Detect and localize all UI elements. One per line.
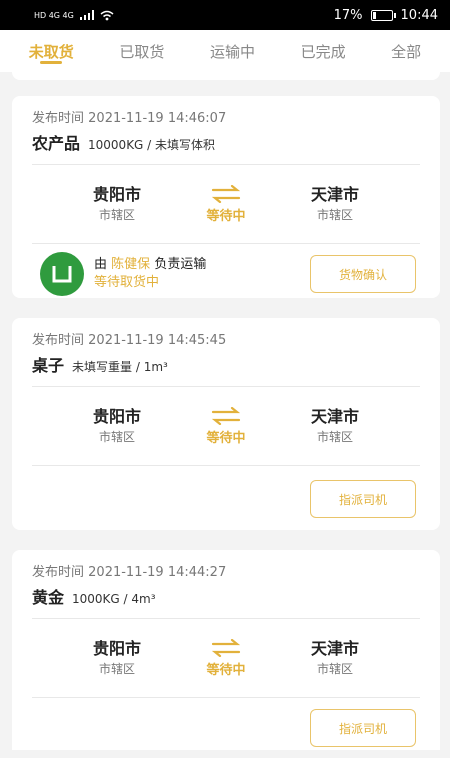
publish-time: 发布时间 2021-11-19 14:44:27 <box>32 550 420 582</box>
status-bar: HD 4G 4G 17% 10:44 <box>0 0 450 30</box>
publish-time-value: 2021-11-19 14:45:45 <box>88 333 227 348</box>
publish-label: 发布时间 <box>32 111 85 126</box>
driver-suffix: 负责运输 <box>154 257 207 272</box>
battery-fill <box>372 11 376 19</box>
origin-city: 贵阳市 <box>92 185 141 204</box>
swap-arrows-icon <box>211 638 241 657</box>
assign-driver-button[interactable]: 指派司机 <box>310 480 416 518</box>
tab-in-transit[interactable]: 运输中 <box>210 30 255 72</box>
tab-completed[interactable]: 已完成 <box>301 30 346 72</box>
driver-avatar-icon <box>40 252 84 296</box>
destination-district: 市辖区 <box>316 208 353 222</box>
tab-picked[interactable]: 已取货 <box>119 30 164 72</box>
driver-name: 陈健保 <box>111 257 151 272</box>
battery-percent: 17% <box>333 7 363 23</box>
confirm-goods-button[interactable]: 货物确认 <box>310 255 416 293</box>
tab-not-picked[interactable]: 未取货 <box>29 30 74 72</box>
goods-name: 黄金 <box>32 588 65 607</box>
swap-arrows-icon <box>211 406 241 425</box>
swap-arrows-icon <box>211 184 241 203</box>
goods-spec: 1000KG / 4m³ <box>72 592 156 606</box>
driver-status: 等待取货中 <box>94 275 160 290</box>
battery-icon <box>370 9 396 21</box>
publish-time: 发布时间 2021-11-19 14:46:07 <box>32 96 420 128</box>
destination-district: 市辖区 <box>316 662 353 676</box>
destination-district: 市辖区 <box>316 430 353 444</box>
order-status-tabs: 未取货 已取货 运输中 已完成 全部 <box>0 30 450 72</box>
destination-city: 天津市 <box>310 407 359 426</box>
origin-city: 贵阳市 <box>92 639 141 658</box>
order-card[interactable]: 发布时间 2021-11-19 14:45:45 桌子 未填写重量 / 1m³ … <box>12 318 440 530</box>
signal-indicators: HD 4G 4G <box>34 10 114 21</box>
destination: 天津市 市辖区 <box>290 406 380 446</box>
tab-all[interactable]: 全部 <box>391 30 421 72</box>
destination: 天津市 市辖区 <box>290 638 380 678</box>
origin-district: 市辖区 <box>98 430 135 444</box>
origin: 贵阳市 市辖区 <box>72 638 162 678</box>
origin-district: 市辖区 <box>98 662 135 676</box>
clock: 10:44 <box>400 7 438 23</box>
assign-driver-button[interactable]: 指派司机 <box>310 709 416 747</box>
order-status: 等待中 <box>206 208 246 224</box>
goods-name: 桌子 <box>32 356 65 375</box>
driver-info: 由 陈健保 负责运输 等待取货中 <box>32 252 206 296</box>
route: 贵阳市 市辖区 等待中 天津市 市辖区 <box>32 165 420 243</box>
route: 贵阳市 市辖区 等待中 天津市 市辖区 <box>32 387 420 465</box>
signal-icon <box>79 10 94 20</box>
previous-card-edge <box>12 72 440 80</box>
origin: 贵阳市 市辖区 <box>72 184 162 224</box>
order-status: 等待中 <box>206 662 246 678</box>
publish-label: 发布时间 <box>32 565 85 580</box>
destination-city: 天津市 <box>310 185 359 204</box>
order-card[interactable]: 发布时间 2021-11-19 14:44:27 黄金 1000KG / 4m³… <box>12 550 440 750</box>
publish-time: 发布时间 2021-11-19 14:45:45 <box>32 318 420 350</box>
origin-district: 市辖区 <box>98 208 135 222</box>
goods-spec: 10000KG / 未填写体积 <box>88 138 216 152</box>
publish-time-value: 2021-11-19 14:46:07 <box>88 111 227 126</box>
order-card[interactable]: 发布时间 2021-11-19 14:46:07 农产品 10000KG / 未… <box>12 96 440 298</box>
driver-prefix: 由 <box>94 257 108 272</box>
publish-label: 发布时间 <box>32 333 85 348</box>
origin-city: 贵阳市 <box>92 407 141 426</box>
destination: 天津市 市辖区 <box>290 184 380 224</box>
publish-time-value: 2021-11-19 14:44:27 <box>88 565 227 580</box>
network-status-text: HD 4G 4G <box>34 10 74 20</box>
origin: 贵阳市 市辖区 <box>72 406 162 446</box>
wifi-icon <box>100 10 114 20</box>
route: 贵阳市 市辖区 等待中 天津市 市辖区 <box>32 619 420 697</box>
goods-spec: 未填写重量 / 1m³ <box>72 360 168 374</box>
destination-city: 天津市 <box>310 639 359 658</box>
order-status: 等待中 <box>206 430 246 446</box>
goods-name: 农产品 <box>32 134 81 153</box>
